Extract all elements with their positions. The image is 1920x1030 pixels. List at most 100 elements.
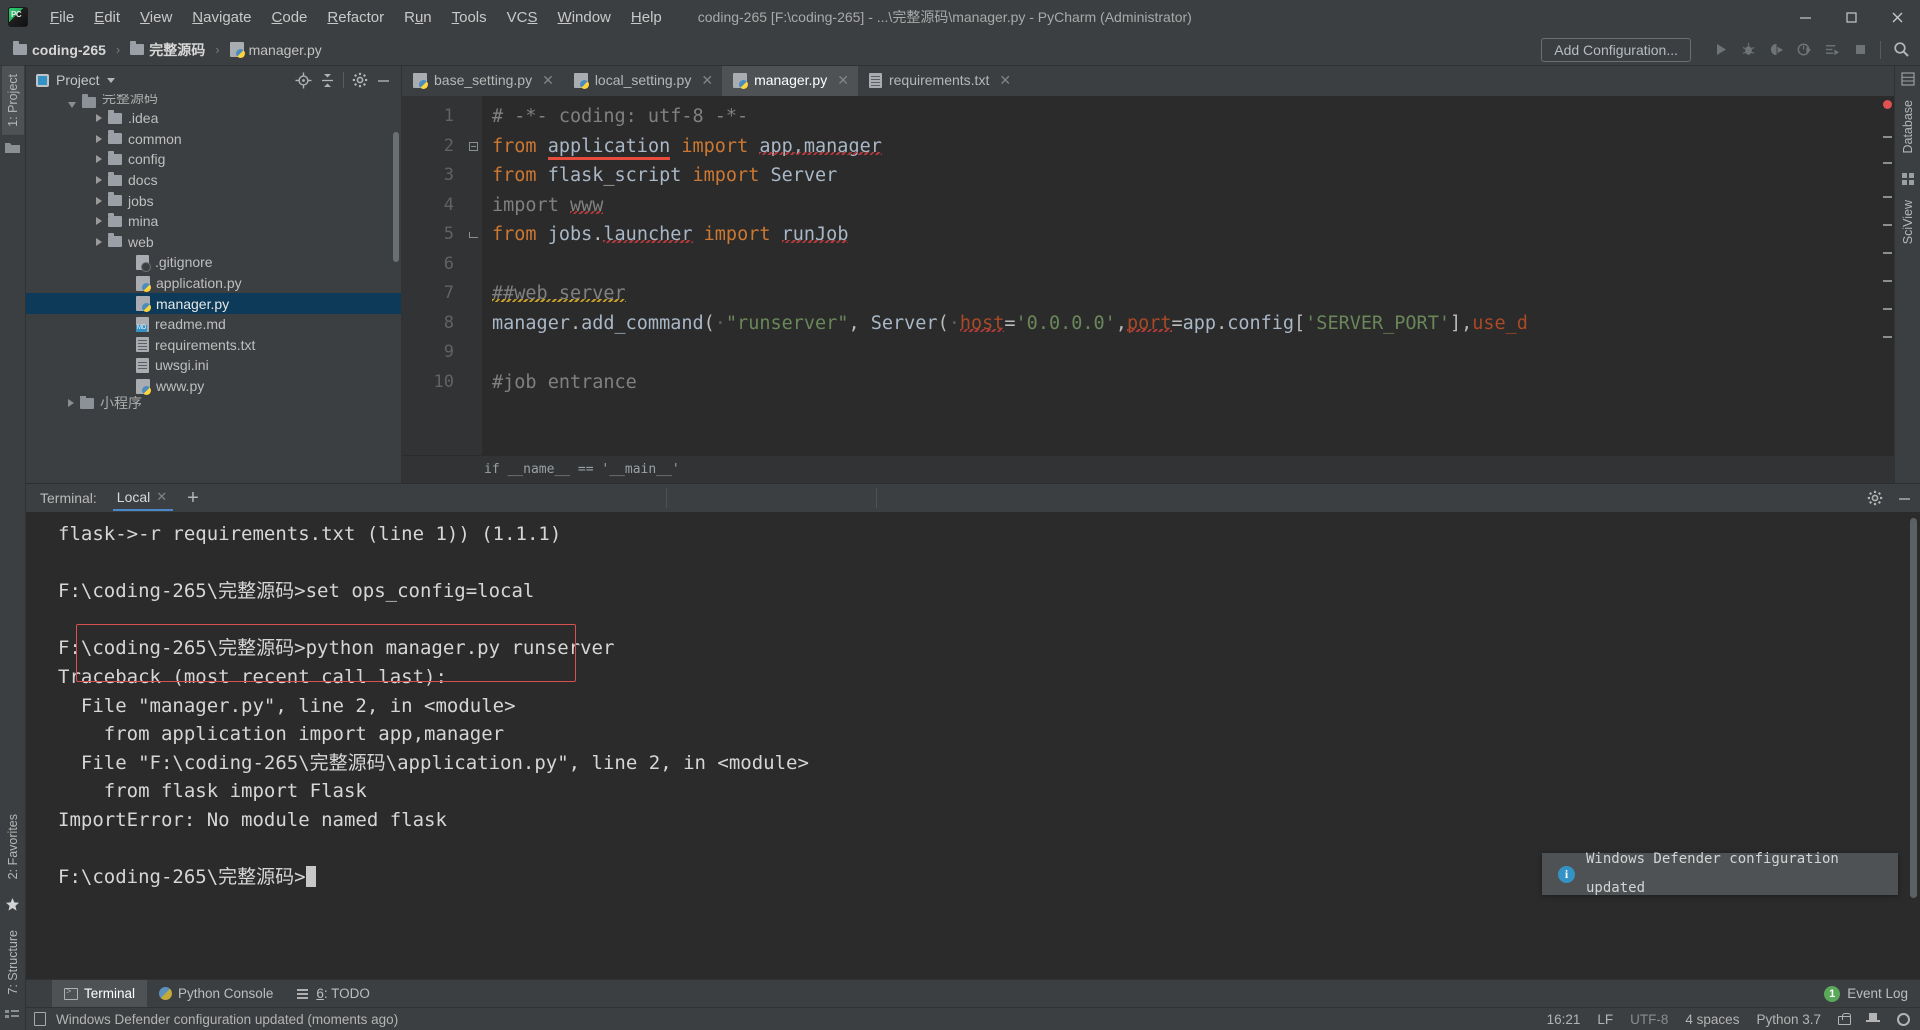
tree-item-web[interactable]: web <box>26 232 401 253</box>
code-text[interactable]: # -*- coding: utf-8 -*- from application… <box>482 96 1880 483</box>
code-folding-gutter[interactable] <box>464 96 482 483</box>
code-editor[interactable]: 1 2 3 4 5 6 7 8 9 10 # -*- coding: utf-8… <box>402 96 1894 483</box>
hector-icon[interactable] <box>1866 1012 1880 1026</box>
bottom-tab-terminal[interactable]: Terminal <box>52 979 148 1008</box>
status-indent[interactable]: 4 spaces <box>1685 1012 1739 1027</box>
tree-item-[interactable]: 小程序 <box>26 396 401 410</box>
star-icon[interactable] <box>5 897 20 912</box>
close-icon[interactable]: ✕ <box>701 72 713 89</box>
status-interpreter[interactable]: Python 3.7 <box>1756 1012 1821 1027</box>
chevron-right-icon[interactable] <box>96 176 102 185</box>
stop-button[interactable] <box>1847 37 1873 63</box>
profile-button[interactable] <box>1791 37 1817 63</box>
close-icon[interactable]: ✕ <box>999 72 1011 89</box>
status-line-separator[interactable]: LF <box>1597 1012 1613 1027</box>
gear-icon[interactable] <box>352 72 368 88</box>
tree-item-jobs[interactable]: jobs <box>26 190 401 211</box>
notification-balloon[interactable]: i Windows Defender configuration updated <box>1542 851 1898 896</box>
add-configuration-button[interactable]: Add Configuration... <box>1541 37 1691 62</box>
chevron-down-icon[interactable] <box>68 102 76 108</box>
sidebar-tab-structure[interactable]: 7: Structure <box>2 922 24 1003</box>
search-everywhere-button[interactable] <box>1888 37 1914 63</box>
tree-item-readme-md[interactable]: readme.md <box>26 314 401 335</box>
bottom-tab-todo[interactable]: 6: TODO <box>285 980 382 1008</box>
gear-icon[interactable] <box>1897 1012 1910 1026</box>
maximize-button[interactable] <box>1828 0 1874 34</box>
run-with-console-button[interactable] <box>1819 37 1845 63</box>
close-icon[interactable]: ✕ <box>156 489 167 505</box>
gear-icon[interactable] <box>1867 490 1883 506</box>
structure-icon[interactable] <box>5 1009 20 1022</box>
menu-code[interactable]: Code <box>262 6 318 29</box>
editor-tab-manager[interactable]: manager.py ✕ <box>722 66 858 96</box>
menu-run[interactable]: Run <box>394 6 442 29</box>
editor-marker-strip[interactable] <box>1880 96 1894 483</box>
breadcrumb-item-file[interactable]: manager.py <box>227 41 325 59</box>
sidebar-tab-project[interactable]: 1: Project <box>1 66 24 135</box>
menu-tools[interactable]: Tools <box>442 6 497 29</box>
tree-item-mina[interactable]: mina <box>26 211 401 232</box>
menu-window[interactable]: Window <box>548 6 621 29</box>
minimize-button[interactable] <box>1782 0 1828 34</box>
menu-edit[interactable]: Edit <box>84 6 130 29</box>
notification-log-icon[interactable] <box>34 1012 46 1026</box>
menu-vcs[interactable]: VCS <box>497 6 548 29</box>
new-terminal-tab-button[interactable]: + <box>187 488 199 508</box>
tree-item-docs[interactable]: docs <box>26 170 401 191</box>
menu-navigate[interactable]: Navigate <box>182 6 261 29</box>
close-button[interactable] <box>1874 0 1920 34</box>
chevron-right-icon[interactable] <box>96 134 102 143</box>
tree-item-idea[interactable]: .idea <box>26 108 401 129</box>
run-coverage-button[interactable] <box>1763 37 1789 63</box>
fold-region-end[interactable] <box>464 220 482 250</box>
tree-item-[interactable]: 完整源码 <box>26 94 401 108</box>
terminal-tab-local[interactable]: Local ✕ <box>112 485 174 511</box>
close-icon[interactable]: ✕ <box>837 72 849 89</box>
event-log-area[interactable]: 1 Event Log <box>1824 985 1908 1002</box>
close-icon[interactable]: ✕ <box>542 72 554 89</box>
breadcrumb-item-folder[interactable]: 完整源码 <box>127 39 208 61</box>
sidebar-tab-favorites[interactable]: 2: Favorites <box>2 806 24 887</box>
chevron-right-icon[interactable] <box>96 237 102 246</box>
collapse-all-icon[interactable] <box>320 73 335 88</box>
terminal-output[interactable]: flask->-r requirements.txt (line 1)) (1.… <box>26 512 1920 979</box>
menu-view[interactable]: View <box>130 6 182 29</box>
folder-icon[interactable] <box>5 141 20 154</box>
breadcrumb-item-project[interactable]: coding-265 <box>10 41 109 59</box>
chevron-right-icon[interactable] <box>68 399 74 408</box>
error-indicator-icon[interactable] <box>1883 100 1892 109</box>
lock-icon[interactable] <box>1838 1013 1851 1025</box>
editor-tab-requirements[interactable]: requirements.txt ✕ <box>858 66 1020 96</box>
tree-item-manager-py[interactable]: manager.py <box>26 293 401 314</box>
sidebar-tab-database[interactable]: Database <box>1897 92 1919 162</box>
hide-panel-icon[interactable] <box>1897 491 1912 506</box>
locate-file-icon[interactable] <box>295 72 312 89</box>
sciview-grid-icon[interactable] <box>1901 172 1915 186</box>
terminal-scrollbar[interactable] <box>1910 518 1917 898</box>
tree-item-www-py[interactable]: www.py <box>26 376 401 397</box>
tree-item-requirements-txt[interactable]: requirements.txt <box>26 335 401 356</box>
fold-region-start[interactable] <box>464 132 482 162</box>
debug-button[interactable] <box>1735 37 1761 63</box>
tree-item-config[interactable]: config <box>26 149 401 170</box>
tree-item-application-py[interactable]: application.py <box>26 273 401 294</box>
editor-tab-local-setting[interactable]: local_setting.py ✕ <box>563 66 722 96</box>
project-tree[interactable]: 完整源码 .idea common config docs jobs mina web .git… <box>26 94 401 483</box>
tree-item-uwsgi-ini[interactable]: uwsgi.ini <box>26 355 401 376</box>
tree-item-common[interactable]: common <box>26 129 401 150</box>
editor-tab-base-setting[interactable]: base_setting.py ✕ <box>402 66 563 96</box>
chevron-right-icon[interactable] <box>96 114 102 123</box>
hide-panel-icon[interactable] <box>376 73 391 88</box>
status-encoding[interactable]: UTF-8 <box>1630 1012 1668 1027</box>
event-log-label[interactable]: Event Log <box>1847 986 1908 1001</box>
chevron-right-icon[interactable] <box>96 196 102 205</box>
chevron-down-icon[interactable] <box>106 77 115 83</box>
run-button[interactable] <box>1707 37 1733 63</box>
sidebar-tab-sciview[interactable]: SciView <box>1897 192 1919 252</box>
menu-refactor[interactable]: Refactor <box>317 6 394 29</box>
menu-file[interactable]: File <box>40 6 84 29</box>
database-grid-icon[interactable] <box>1900 72 1915 86</box>
project-tree-scrollbar[interactable] <box>393 132 399 262</box>
menu-help[interactable]: Help <box>621 6 672 29</box>
chevron-right-icon[interactable] <box>96 155 102 164</box>
